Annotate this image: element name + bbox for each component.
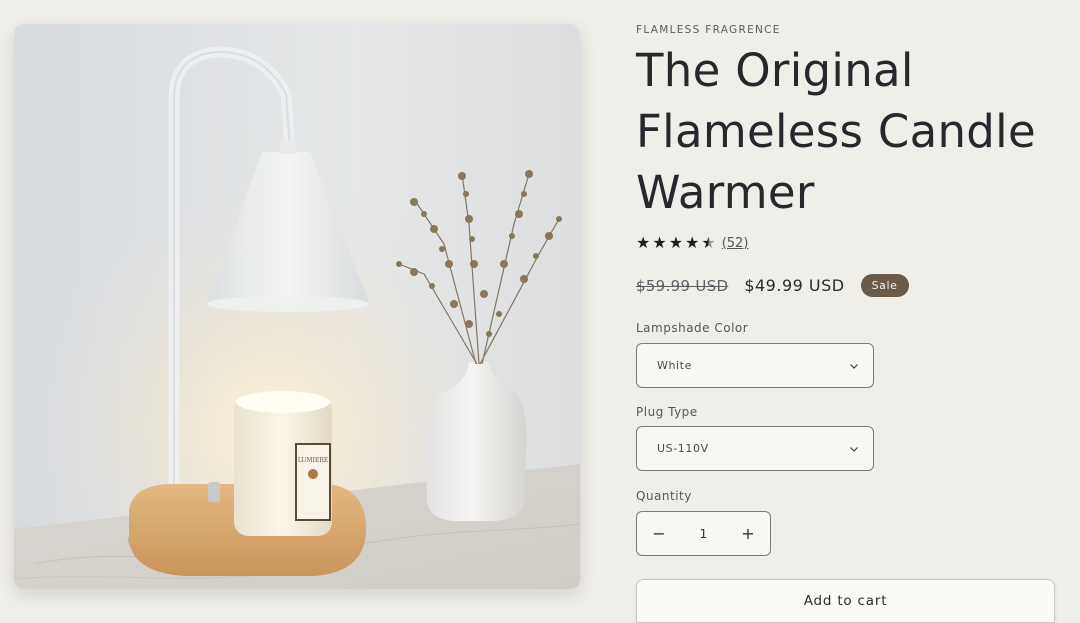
product-rating[interactable]: ★ ★ ★ ★ ★ (52) [636, 234, 748, 252]
quantity-stepper: − + [636, 511, 771, 556]
rating-count-link[interactable]: (52) [722, 236, 749, 251]
sale-price: $49.99 USD [744, 276, 845, 295]
quantity-decrease-button[interactable]: − [637, 512, 681, 555]
plug-type-value: US-110V [657, 442, 709, 455]
quantity-label: Quantity [636, 489, 692, 503]
compare-at-price: $59.99 USD [636, 276, 729, 295]
product-title: The Original Flameless Candle Warmer [636, 44, 1036, 219]
product-vendor: FLAMLESS FRAGRENCE [636, 24, 781, 36]
star-full-icon: ★ [636, 233, 651, 252]
chevron-down-icon [850, 446, 858, 452]
star-half-icon: ★ [701, 233, 716, 252]
product-image[interactable]: LUMIERE [14, 24, 580, 589]
star-full-icon: ★ [652, 233, 667, 252]
plug-type-select[interactable]: US-110V [636, 426, 874, 471]
star-full-icon: ★ [668, 233, 684, 252]
product-page: LUMIERE FLAMLESS FRAGRENCE The Original … [0, 0, 1080, 623]
quantity-increase-button[interactable]: + [726, 512, 770, 555]
rating-stars: ★ ★ ★ ★ ★ [636, 234, 716, 252]
chevron-down-icon [850, 363, 858, 369]
plug-type-label: Plug Type [636, 405, 698, 419]
lampshade-color-value: White [657, 359, 692, 372]
candle-label-brand: LUMIERE [298, 457, 329, 464]
lampshade-color-select[interactable]: White [636, 343, 874, 388]
lampshade-color-label: Lampshade Color [636, 321, 749, 335]
quantity-input[interactable] [683, 526, 724, 541]
star-full-icon: ★ [685, 233, 700, 252]
price-row: $59.99 USD $49.99 USD Sale [636, 274, 909, 297]
sale-badge: Sale [860, 274, 909, 297]
product-photo-illustration: LUMIERE [14, 24, 580, 589]
add-to-cart-button[interactable]: Add to cart [636, 579, 1055, 623]
